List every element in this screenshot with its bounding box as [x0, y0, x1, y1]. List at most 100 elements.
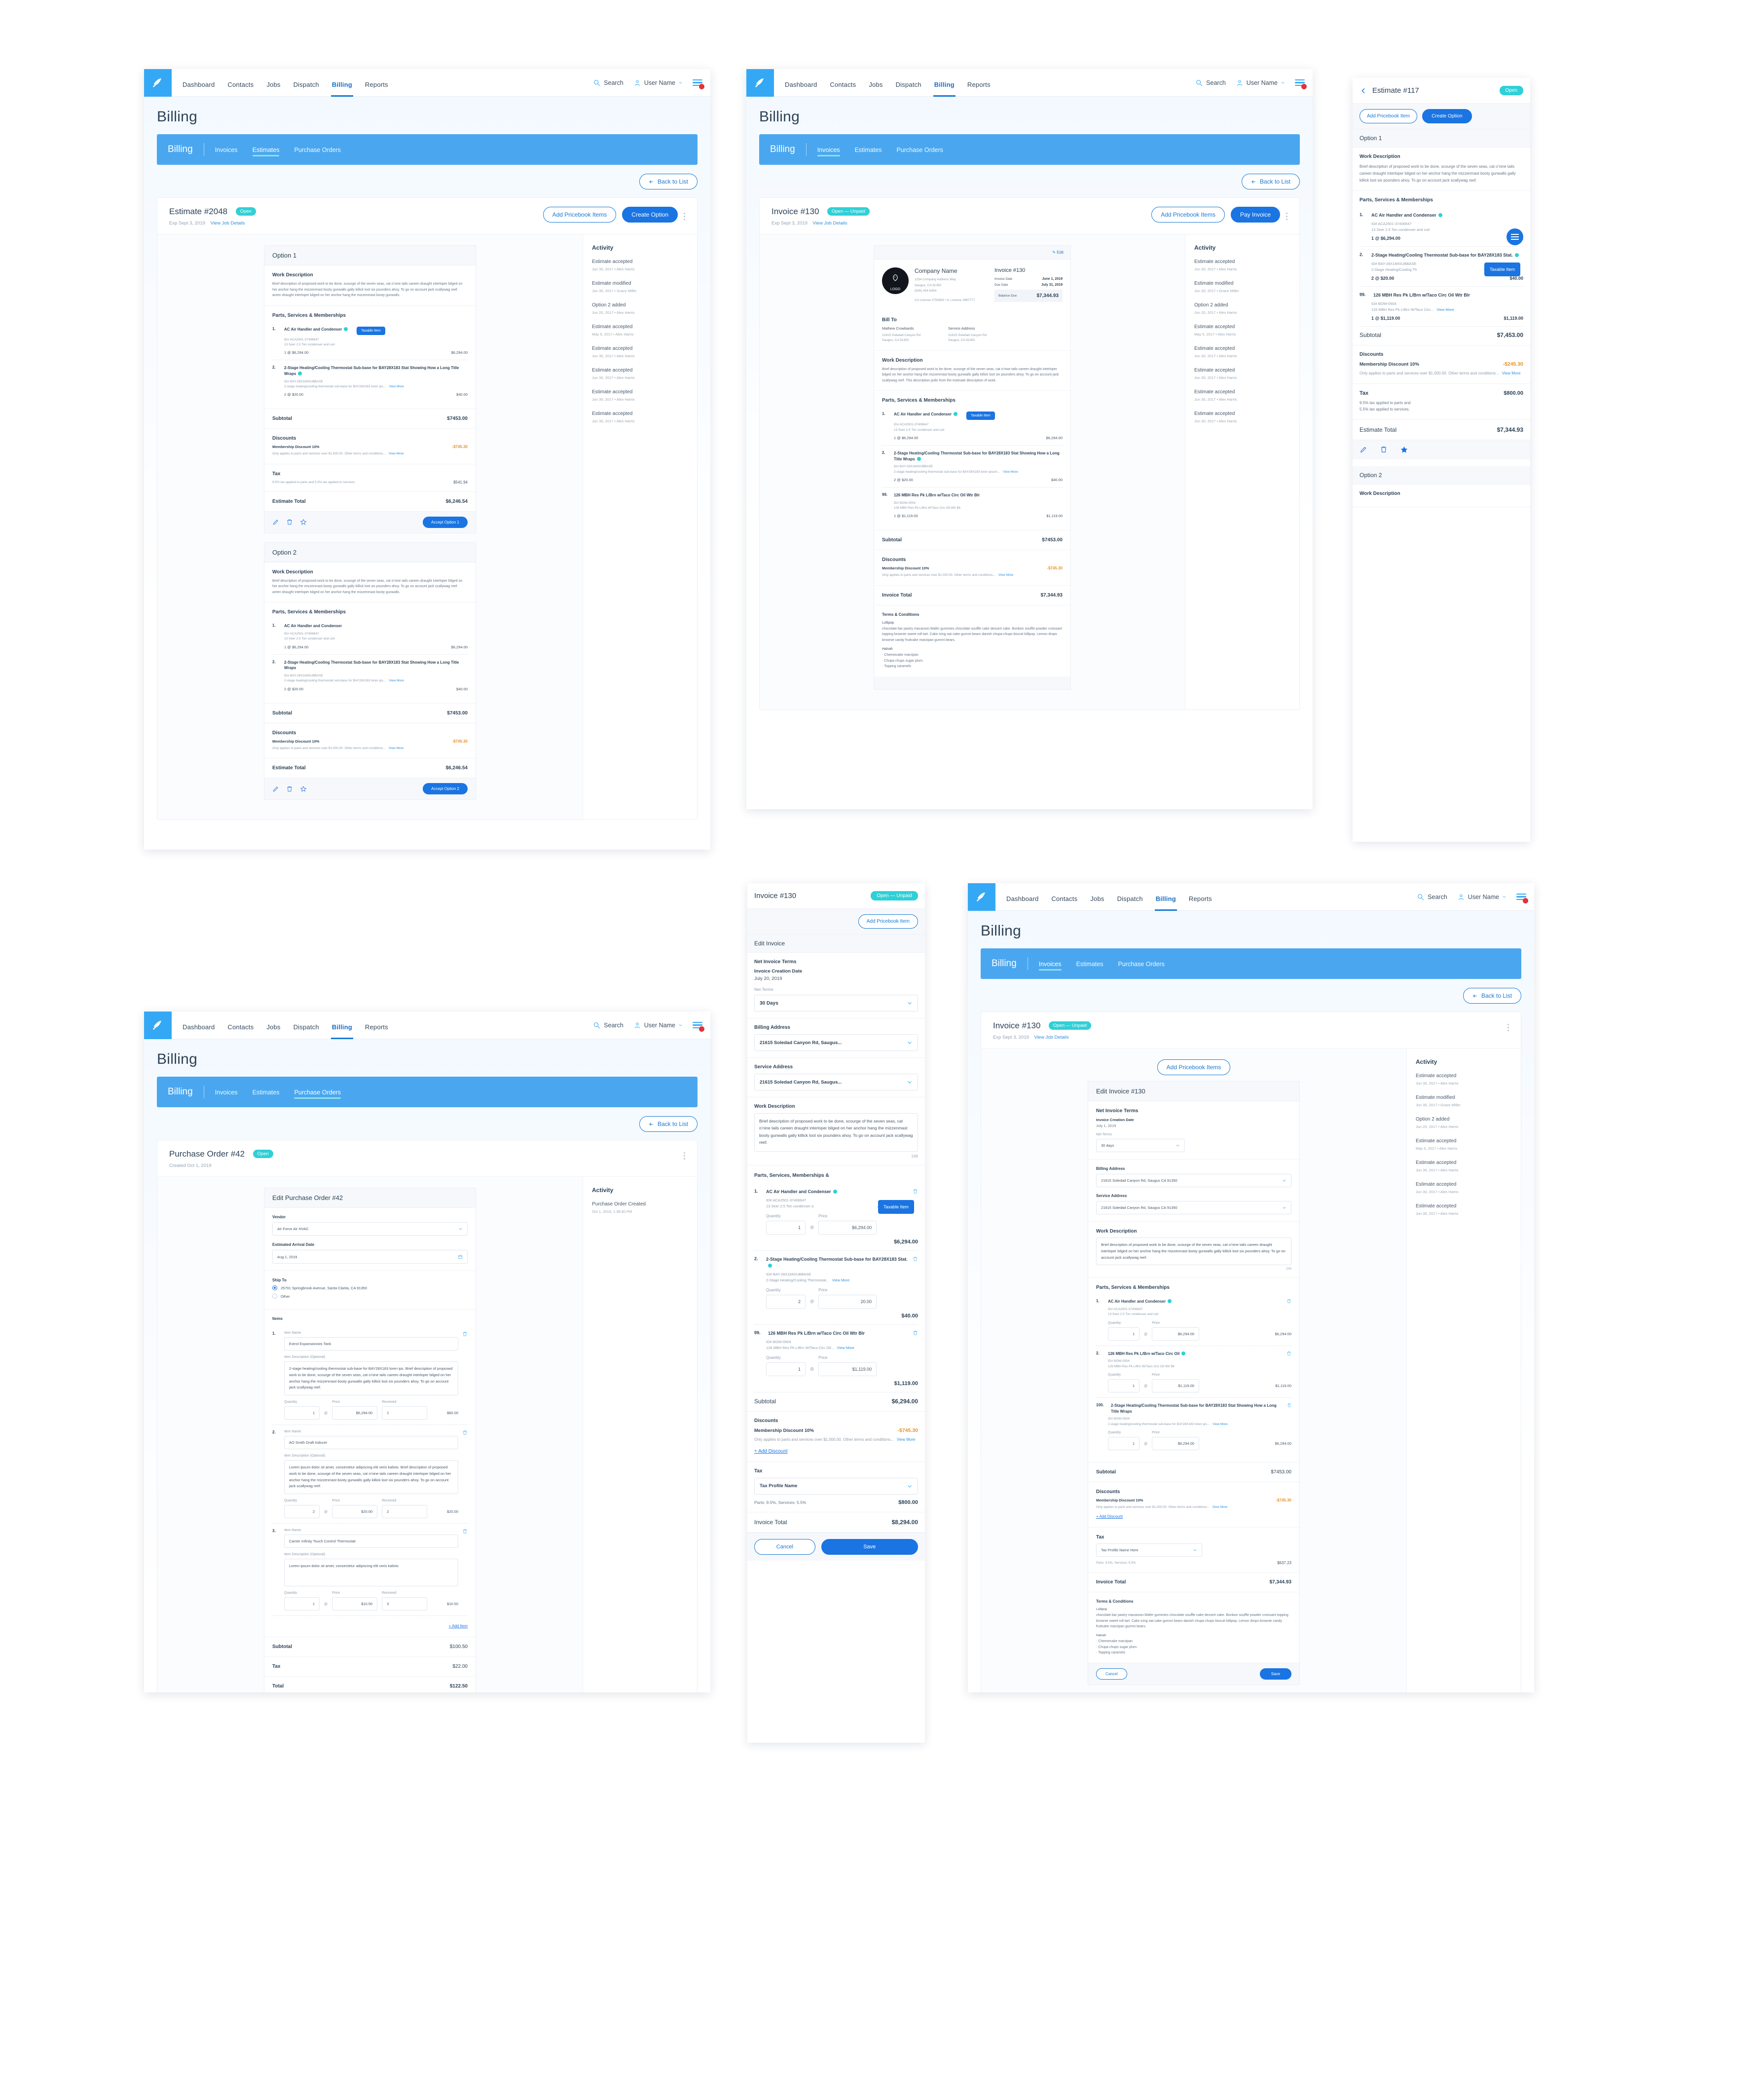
- back-to-list-button[interactable]: Back to List: [639, 174, 698, 189]
- trash-icon[interactable]: [462, 1529, 468, 1534]
- more-options-icon[interactable]: [1286, 210, 1287, 220]
- nav-dashboard[interactable]: Dashboard: [183, 81, 215, 97]
- view-more-link[interactable]: View More: [837, 1346, 854, 1350]
- trash-icon[interactable]: [1286, 1351, 1291, 1356]
- notifications-menu-button[interactable]: [1516, 892, 1528, 904]
- item-desc-textarea[interactable]: Lorem ipsum dolor sit amet, consectetur …: [284, 1460, 458, 1494]
- back-to-list-button[interactable]: Back to List: [1241, 174, 1300, 189]
- price-input[interactable]: 20.00: [818, 1295, 877, 1309]
- net-terms-select[interactable]: 30 Days: [754, 995, 918, 1012]
- view-job-details-link[interactable]: View Job Details: [211, 221, 245, 226]
- tab-estimates[interactable]: Estimates: [1076, 951, 1103, 976]
- accept-option-2-button[interactable]: Accept Option 2: [423, 783, 468, 795]
- trash-icon[interactable]: [462, 1430, 468, 1435]
- quantity-input[interactable]: 2: [766, 1295, 806, 1309]
- view-more-link[interactable]: View More: [389, 747, 404, 750]
- tabbar-tabs[interactable]: Invoices Estimates Purchase Orders: [215, 134, 341, 165]
- quantity-input[interactable]: 1: [766, 1221, 806, 1235]
- tab-purchase-orders[interactable]: Purchase Orders: [896, 137, 943, 162]
- ship-to-radio-primary[interactable]: 25701 Springbrook Avenue, Santa Clarita,…: [272, 1285, 468, 1290]
- work-description-textarea[interactable]: Brief description of proposed work to be…: [754, 1113, 918, 1152]
- taxable-tag-icon[interactable]: [954, 412, 958, 416]
- save-button[interactable]: Save: [821, 1538, 918, 1555]
- nav-dispatch[interactable]: Dispatch: [896, 81, 921, 97]
- pay-invoice-button[interactable]: Pay Invoice: [1230, 207, 1280, 223]
- add-discount-button[interactable]: + Add Discount: [1096, 1514, 1123, 1519]
- user-menu[interactable]: User Name: [1457, 893, 1507, 901]
- trash-icon[interactable]: [286, 519, 293, 525]
- add-pricebook-item-button[interactable]: Add Pricebook Item: [858, 914, 918, 929]
- create-option-button[interactable]: Create Option: [1422, 109, 1472, 123]
- quantity-input[interactable]: 1: [1108, 1436, 1139, 1450]
- trash-icon[interactable]: [1287, 1403, 1291, 1408]
- view-more-link[interactable]: View More: [832, 1278, 849, 1282]
- view-more-link[interactable]: View More: [897, 1437, 916, 1442]
- view-more-link[interactable]: View More: [1213, 1505, 1228, 1509]
- add-pricebook-items-button[interactable]: Add Pricebook Items: [1157, 1059, 1231, 1075]
- search-button[interactable]: Search: [1195, 79, 1226, 87]
- accept-option-1-button[interactable]: Accept Option 1: [423, 516, 468, 528]
- billing-address-select[interactable]: 21615 Soledad Canyon Rd, Saugus...: [754, 1034, 918, 1051]
- add-pricebook-items-button[interactable]: Add Pricebook Items: [543, 207, 617, 223]
- cancel-button[interactable]: Cancel: [754, 1538, 815, 1555]
- more-options-icon[interactable]: [684, 210, 685, 220]
- price-input[interactable]: $6,294.00: [1152, 1436, 1200, 1450]
- user-menu[interactable]: User Name: [633, 1021, 683, 1029]
- taxable-tag-icon[interactable]: [917, 456, 921, 461]
- quantity-input[interactable]: 2: [284, 1505, 320, 1518]
- search-button[interactable]: Search: [1417, 893, 1447, 901]
- edit-pencil-icon[interactable]: [272, 519, 279, 525]
- notifications-menu-button[interactable]: [693, 1020, 704, 1032]
- trash-icon[interactable]: [1380, 446, 1388, 453]
- price-input[interactable]: $1,119.00: [1152, 1379, 1200, 1392]
- price-input[interactable]: $6,294.00: [332, 1406, 378, 1420]
- quantity-input[interactable]: 1: [766, 1362, 806, 1377]
- nav-contacts[interactable]: Contacts: [1051, 895, 1077, 911]
- taxable-tag-icon[interactable]: [1168, 1299, 1172, 1304]
- nav-dispatch[interactable]: Dispatch: [294, 81, 319, 97]
- quantity-input[interactable]: 1: [284, 1597, 320, 1611]
- taxable-tag-icon[interactable]: [768, 1264, 772, 1268]
- nav-billing[interactable]: Billing: [331, 1023, 354, 1039]
- taxable-tag-icon[interactable]: [833, 1190, 837, 1194]
- cancel-button[interactable]: Cancel: [1096, 1668, 1127, 1680]
- item-desc-textarea[interactable]: Lorem ipsum dolor sit amet, consectetur …: [284, 1559, 458, 1586]
- star-icon[interactable]: [300, 519, 307, 525]
- taxable-tag-icon[interactable]: [298, 372, 302, 376]
- tabbar-tabs[interactable]: Invoices Estimates Purchase Orders: [817, 134, 943, 165]
- trash-icon[interactable]: [1286, 1299, 1291, 1304]
- more-options-icon[interactable]: [1507, 1021, 1509, 1031]
- nav-dispatch[interactable]: Dispatch: [1117, 895, 1143, 911]
- work-description-textarea[interactable]: Brief description of proposed work to be…: [1096, 1238, 1291, 1266]
- nav-reports[interactable]: Reports: [1189, 895, 1212, 911]
- back-chevron-icon[interactable]: [1360, 87, 1367, 95]
- nav-contacts[interactable]: Contacts: [227, 1023, 254, 1039]
- taxable-tag-icon[interactable]: [1438, 213, 1442, 217]
- nav-contacts[interactable]: Contacts: [227, 81, 254, 97]
- view-more-link[interactable]: View More: [389, 679, 404, 682]
- tab-invoices[interactable]: Invoices: [817, 137, 840, 162]
- app-logo-icon[interactable]: [968, 883, 995, 911]
- view-job-details-link[interactable]: View Job Details: [1034, 1035, 1069, 1040]
- trash-icon[interactable]: [913, 1256, 918, 1262]
- nav-contacts[interactable]: Contacts: [830, 81, 856, 97]
- nav-dashboard[interactable]: Dashboard: [785, 81, 817, 97]
- nav-jobs[interactable]: Jobs: [266, 1023, 280, 1039]
- trash-icon[interactable]: [286, 786, 293, 792]
- main-nav[interactable]: Dashboard Contacts Jobs Dispatch Billing…: [1006, 883, 1212, 911]
- app-logo-icon[interactable]: [144, 1012, 172, 1039]
- received-input[interactable]: 1: [382, 1406, 428, 1420]
- tab-invoices[interactable]: Invoices: [1038, 951, 1062, 976]
- search-button[interactable]: Search: [593, 79, 624, 87]
- view-more-link[interactable]: View More: [998, 573, 1014, 577]
- floating-menu-button[interactable]: [1507, 228, 1523, 245]
- view-more-link[interactable]: View More: [389, 385, 404, 388]
- user-menu[interactable]: User Name: [1236, 79, 1285, 87]
- add-discount-button[interactable]: + Add Discount: [754, 1449, 788, 1454]
- ship-to-radio-other[interactable]: Other: [272, 1294, 468, 1299]
- tab-purchase-orders[interactable]: Purchase Orders: [294, 1079, 341, 1105]
- item-name-input[interactable]: Carrier Infinity Touch Control Thermosta…: [284, 1535, 458, 1548]
- add-item-button[interactable]: + Add Item: [449, 1624, 468, 1628]
- price-input[interactable]: $1,119.00: [818, 1362, 877, 1377]
- nav-reports[interactable]: Reports: [967, 81, 991, 97]
